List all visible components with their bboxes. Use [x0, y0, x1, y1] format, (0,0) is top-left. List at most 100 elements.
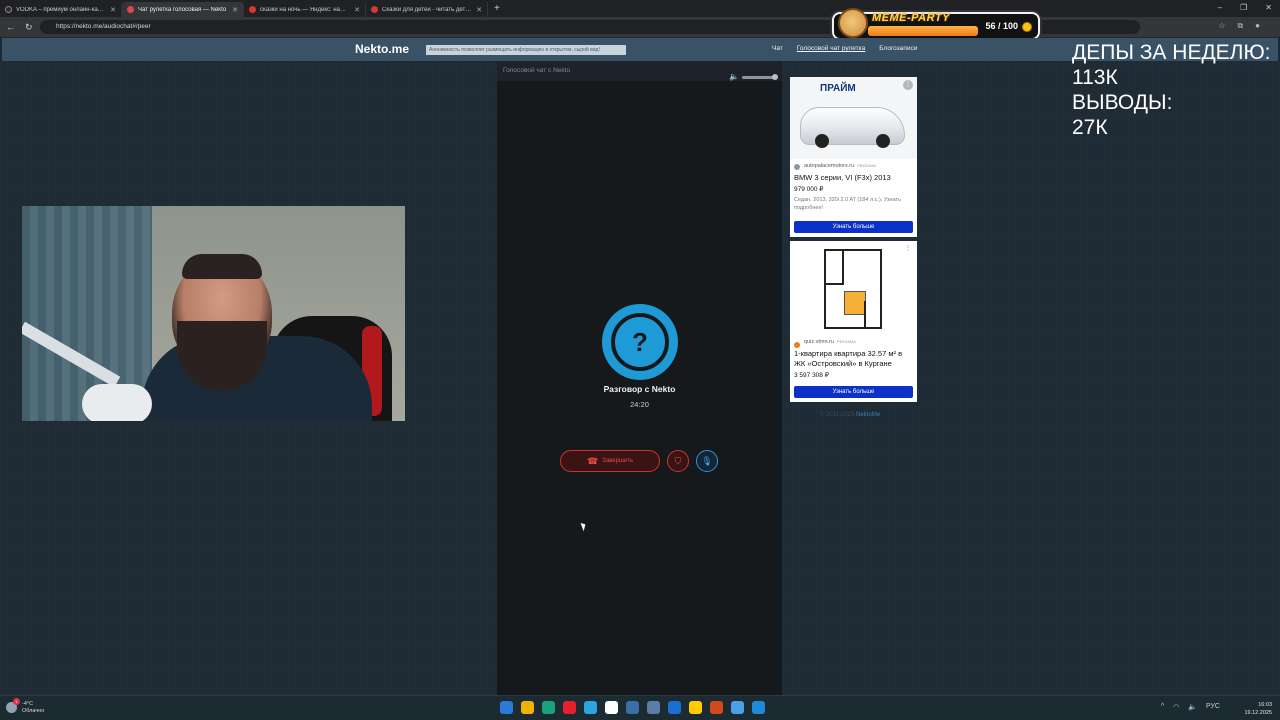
taskbar-app-icon[interactable]	[521, 701, 534, 714]
ad-source: quiz.vtmn.ru РЕКЛАМА	[790, 337, 917, 348]
new-tab-icon[interactable]: +	[494, 3, 500, 14]
taskbar-app-icon[interactable]	[710, 701, 723, 714]
nav-blog[interactable]: Блогозаписи	[879, 45, 917, 52]
close-window-icon[interactable]: ✕	[1265, 3, 1272, 12]
system-clock[interactable]: 16:03 19.12.2025	[1244, 701, 1272, 717]
ad-tag: РЕКЛАМА	[857, 163, 877, 168]
close-icon[interactable]: ✕	[232, 6, 238, 14]
taskbar-app-icon[interactable]	[626, 701, 639, 714]
webcam-microphone	[82, 384, 152, 421]
extensions-icon[interactable]: ⧉	[1237, 21, 1243, 31]
withdrawals-label: ВЫВОДЫ:	[1072, 91, 1173, 114]
weather-desc: Облачно	[22, 708, 45, 714]
ad-cta-button[interactable]: Узнать больше	[794, 386, 913, 398]
floor-plan-image	[824, 249, 882, 329]
notification-badge: 1	[13, 698, 20, 705]
taskbar-app-icon[interactable]	[584, 701, 597, 714]
speaker-icon[interactable]: 🔈	[729, 67, 739, 87]
ad-source-domain: autopalacemotors.ru	[804, 163, 855, 169]
taskbar-app-icon[interactable]	[668, 701, 681, 714]
close-icon[interactable]: ✕	[476, 6, 482, 14]
shield-icon: ⛉	[674, 455, 682, 466]
language-indicator[interactable]: РУС	[1206, 703, 1220, 711]
back-icon[interactable]: ←	[6, 22, 15, 32]
reload-icon[interactable]: ↻	[25, 22, 33, 33]
car-image	[800, 107, 905, 148]
profile-icon[interactable]: ●	[1255, 21, 1260, 31]
browser-tab[interactable]: сказки на ночь — Яндекс: нашлось ✕	[244, 2, 366, 17]
site-nav: Чат Голосовой чат рулетка Блогозаписи	[772, 45, 917, 52]
close-icon[interactable]: ✕	[110, 6, 116, 14]
taskbar-app-icon[interactable]	[752, 701, 765, 714]
webcam-feed	[22, 206, 405, 421]
tab-title: Чат рулетка голосовая — Nekto	[138, 6, 227, 13]
footer-link[interactable]: NektoMe	[856, 412, 880, 418]
ad-price: 3 597 308 ₽	[794, 372, 829, 379]
address-bar: ← ↻ https://nekto.me/audiochat#/peer ☆ ⧉…	[0, 17, 1280, 37]
peer-avatar: ?	[602, 304, 678, 380]
end-call-button[interactable]: ☎ Завершить	[560, 450, 660, 472]
tray-volume-icon[interactable]: 🔈	[1188, 703, 1197, 711]
anonymity-note: Анонимность позволяет размещать информац…	[426, 45, 626, 55]
tab-favicon-icon	[249, 6, 256, 13]
tray-chevron-icon[interactable]: ^	[1161, 703, 1164, 711]
bookmark-icon[interactable]: ☆	[1218, 21, 1225, 31]
deposits-value: 113К	[1072, 66, 1118, 89]
nav-chat[interactable]: Чат	[772, 45, 783, 52]
taskbar-app-icon[interactable]	[542, 701, 555, 714]
minimize-icon[interactable]: –	[1218, 3, 1222, 12]
footer-copyright: © 2011-2025 NektoMe	[820, 412, 880, 418]
clock-date: 19.12.2025	[1244, 710, 1272, 716]
hangup-icon: ☎	[586, 455, 599, 466]
copyright-text: © 2011-2025	[820, 412, 855, 418]
ad-source-domain: quiz.vtmn.ru	[804, 339, 834, 345]
meme-party-widget: MEME-PARTY 56 / 100	[832, 8, 1040, 40]
report-button[interactable]: ⛉	[667, 450, 689, 472]
coin-icon	[1022, 22, 1032, 32]
conversation-timer: 24:20	[630, 400, 649, 409]
ad-price: 979 000 ₽	[794, 186, 824, 193]
taskbar-app-icon[interactable]	[647, 701, 660, 714]
tab-favicon-icon	[5, 6, 12, 13]
microphone-icon: 🎙	[701, 455, 713, 466]
ad-menu-icon[interactable]: ⋮	[903, 80, 913, 90]
volume-control[interactable]: 🔈	[729, 67, 778, 87]
taskbar-app-icon[interactable]	[605, 701, 618, 714]
browser-tab-active[interactable]: Чат рулетка голосовая — Nekto ✕	[122, 2, 244, 17]
ad-headline[interactable]: 1-квартира квартира 32.57 м² в ЖК «Остро…	[790, 345, 917, 369]
meme-progress-bar	[868, 26, 978, 36]
ad-image	[790, 241, 917, 337]
stream-stats-overlay: ДЕПЫ ЗА НЕДЕЛЮ: 113К ВЫВОДЫ: 27К	[1072, 40, 1271, 140]
withdrawals-value: 27К	[1072, 116, 1108, 139]
taskbar-app-icon[interactable]	[689, 701, 702, 714]
tray-wifi-icon[interactable]: ◠	[1173, 703, 1179, 711]
close-icon[interactable]: ✕	[354, 6, 360, 14]
maximize-icon[interactable]: ❐	[1240, 3, 1247, 12]
ad-menu-icon[interactable]: ⋮	[903, 244, 913, 254]
browser-tab[interactable]: VODKA – премиум онлайн-казино ✕	[0, 2, 122, 17]
taskbar-apps	[500, 701, 765, 714]
ad-card-apartment[interactable]: ⋮ quiz.vtmn.ru РЕКЛАМА 1-квартира квартир…	[790, 241, 917, 402]
chat-header-title: Голосовой чат с Nekto	[503, 67, 571, 74]
ad-card-car[interactable]: ПРАЙМ ⋮ autopalacemotors.ru РЕКЛАМА BMW 3…	[790, 77, 917, 237]
nav-voice-roulette[interactable]: Голосовой чат рулетка	[797, 45, 865, 52]
taskbar-app-icon[interactable]	[731, 701, 744, 714]
ad-source: autopalacemotors.ru РЕКЛАМА	[790, 159, 917, 170]
ad-headline[interactable]: BMW 3 серии, VI (F3x) 2013	[790, 169, 917, 183]
taskbar-app-icon[interactable]	[563, 701, 576, 714]
browser-tab[interactable]: Сказки для детей - читать детские ✕	[366, 2, 488, 17]
tab-title: сказки на ночь — Яндекс: нашлось	[260, 6, 351, 13]
weather-widget[interactable]: 1 -4°C Облачно	[6, 698, 45, 715]
end-call-label: Завершить	[602, 458, 633, 464]
tab-title: VODKA – премиум онлайн-казино	[16, 6, 107, 13]
volume-knob[interactable]	[772, 73, 778, 80]
site-logo[interactable]: Nekto.me	[355, 42, 409, 56]
ad-brand: ПРАЙМ	[820, 83, 856, 94]
question-icon: ?	[611, 313, 669, 371]
volume-slider[interactable]	[742, 73, 778, 80]
taskbar-app-icon[interactable]	[500, 701, 513, 714]
ad-cta-button[interactable]: Узнать больше	[794, 221, 913, 233]
mute-button[interactable]: 🎙	[696, 450, 718, 472]
voice-chat-panel: Голосовой чат с Nekto 🔈 ? Разговор с Nek…	[497, 61, 782, 695]
deposits-label: ДЕПЫ ЗА НЕДЕЛЮ:	[1072, 41, 1271, 64]
